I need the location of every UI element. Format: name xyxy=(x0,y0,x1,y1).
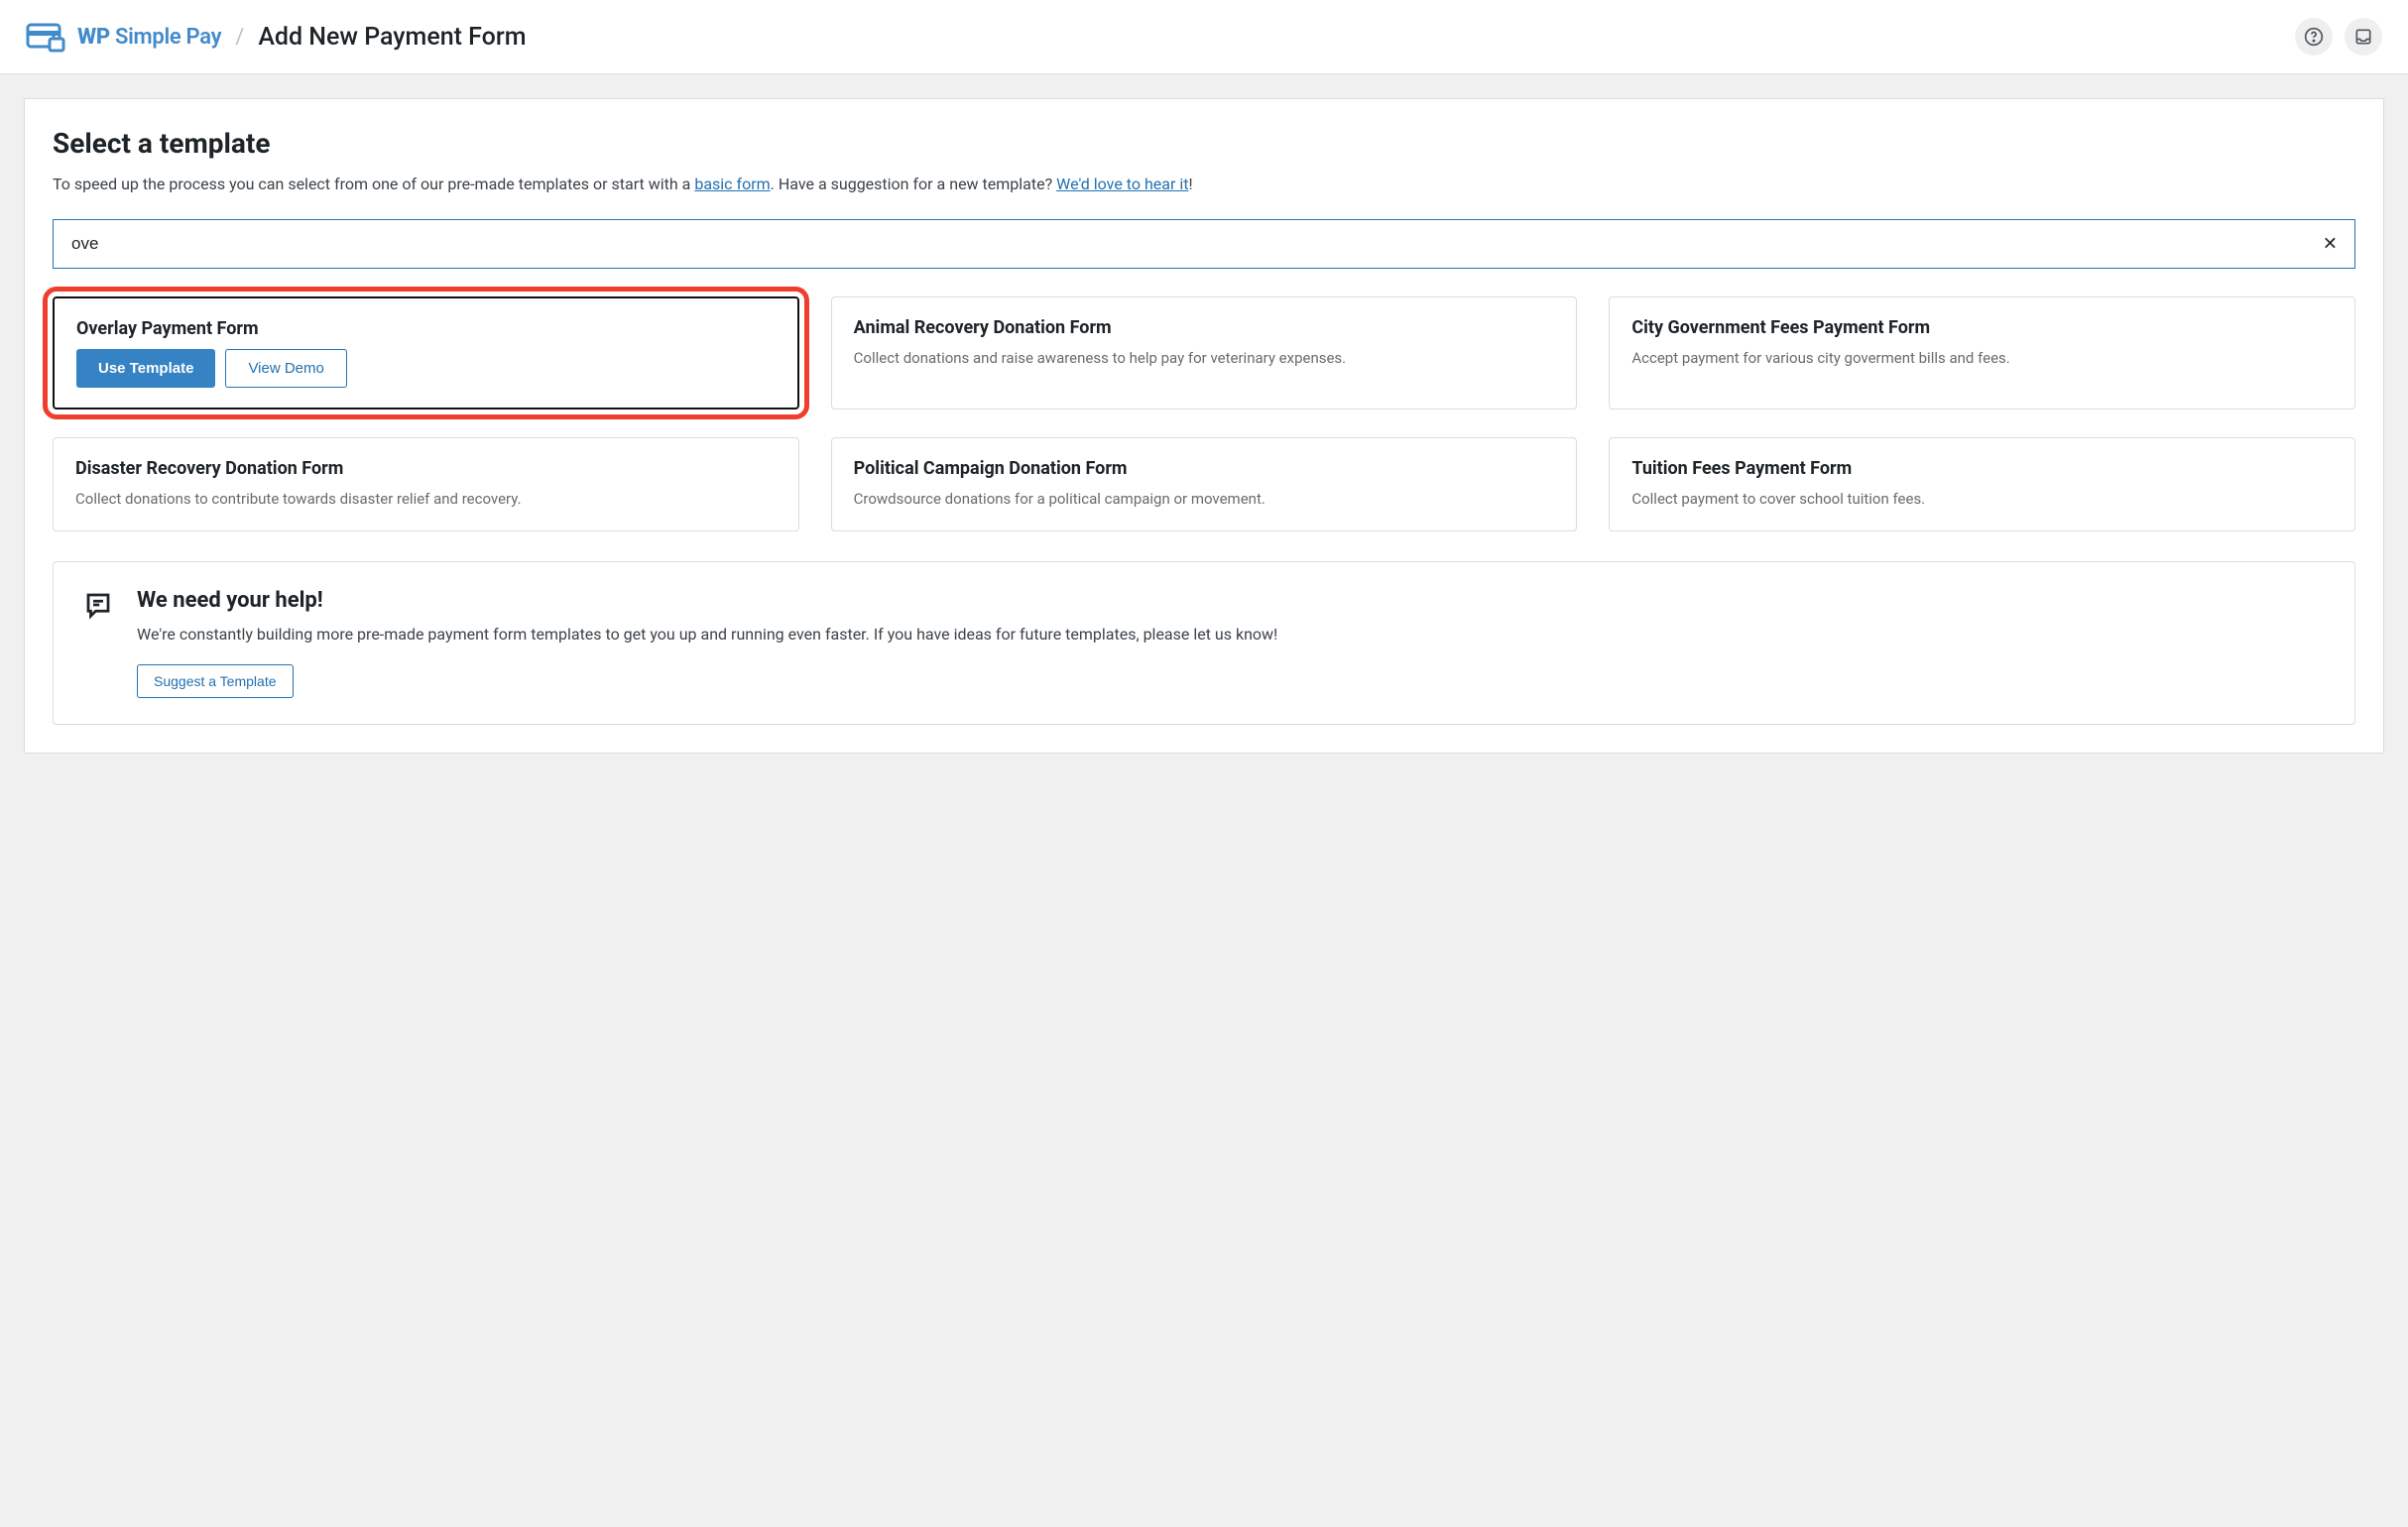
content: Select a template To speed up the proces… xyxy=(0,74,2408,777)
panel-intro: To speed up the process you can select f… xyxy=(53,174,2355,195)
inbox-button[interactable] xyxy=(2345,18,2382,56)
card-desc: Accept payment for various city govermen… xyxy=(1631,348,2333,370)
view-demo-button[interactable]: View Demo xyxy=(225,349,346,388)
panel-heading: Select a template xyxy=(53,127,2355,160)
card-title: Political Campaign Donation Form xyxy=(854,458,1555,479)
card-title: Animal Recovery Donation Form xyxy=(854,317,1555,338)
help-box: We need your help! We're constantly buil… xyxy=(53,561,2355,725)
brand: WP Simple Pay xyxy=(26,21,221,53)
suggest-link[interactable]: We'd love to hear it xyxy=(1056,175,1188,193)
help-heading: We need your help! xyxy=(137,588,1277,613)
help-body-text: We're constantly building more pre-made … xyxy=(137,623,1277,646)
search-wrap: ✕ xyxy=(53,219,2355,269)
use-template-button[interactable]: Use Template xyxy=(76,349,215,388)
brand-text: WP Simple Pay xyxy=(77,25,221,50)
template-card[interactable]: Animal Recovery Donation Form Collect do… xyxy=(831,296,1578,410)
template-card[interactable]: Disaster Recovery Donation Form Collect … xyxy=(53,437,799,531)
template-card[interactable]: Tuition Fees Payment Form Collect paymen… xyxy=(1609,437,2355,531)
template-card-overlay[interactable]: Overlay Payment Form Use Template View D… xyxy=(53,296,799,410)
brand-icon xyxy=(26,21,67,53)
card-desc: Collect payment to cover school tuition … xyxy=(1631,489,2333,511)
topbar: WP Simple Pay / Add New Payment Form xyxy=(0,0,2408,74)
chat-icon xyxy=(83,588,113,698)
card-title: Tuition Fees Payment Form xyxy=(1631,458,2333,479)
help-button[interactable] xyxy=(2295,18,2333,56)
clear-search-button[interactable]: ✕ xyxy=(2319,230,2342,259)
search-input[interactable] xyxy=(53,219,2355,269)
card-title: Disaster Recovery Donation Form xyxy=(75,458,777,479)
card-desc: Crowdsource donations for a political ca… xyxy=(854,489,1555,511)
template-panel: Select a template To speed up the proces… xyxy=(24,98,2384,754)
page-title: Add New Payment Form xyxy=(258,23,526,52)
close-icon: ✕ xyxy=(2323,234,2338,254)
inbox-icon xyxy=(2353,27,2373,47)
card-title: Overlay Payment Form xyxy=(76,318,776,339)
separator: / xyxy=(235,25,244,50)
basic-form-link[interactable]: basic form xyxy=(694,175,770,193)
card-desc: Collect donations and raise awareness to… xyxy=(854,348,1555,370)
help-icon xyxy=(2304,27,2324,47)
template-card[interactable]: City Government Fees Payment Form Accept… xyxy=(1609,296,2355,410)
template-grid: Overlay Payment Form Use Template View D… xyxy=(53,296,2355,531)
card-title: City Government Fees Payment Form xyxy=(1631,317,2333,338)
template-card[interactable]: Political Campaign Donation Form Crowdso… xyxy=(831,437,1578,531)
card-desc: Collect donations to contribute towards … xyxy=(75,489,777,511)
suggest-template-button[interactable]: Suggest a Template xyxy=(137,664,294,698)
